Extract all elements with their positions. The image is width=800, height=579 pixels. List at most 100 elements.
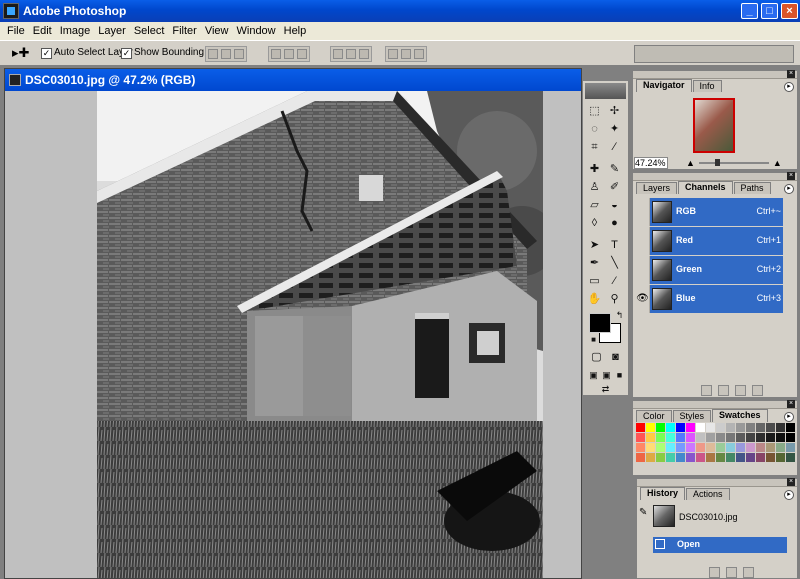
history-state-open[interactable]: Open xyxy=(653,537,787,553)
swatch[interactable] xyxy=(666,443,675,452)
swatch[interactable] xyxy=(746,443,755,452)
swap-colors-icon[interactable]: ↰ xyxy=(611,307,628,324)
jump-to-imageready-icon[interactable]: ⇄ xyxy=(597,381,614,398)
save-selection-channel-icon[interactable] xyxy=(718,385,729,396)
swatch[interactable] xyxy=(736,453,745,462)
eraser-tool-icon[interactable]: ▱ xyxy=(586,197,603,214)
panel-menu-icon[interactable]: ▸ xyxy=(784,490,794,500)
swatch[interactable] xyxy=(776,433,785,442)
swatch[interactable] xyxy=(786,423,795,432)
default-colors-icon[interactable]: ■ xyxy=(585,331,602,348)
canvas-area[interactable] xyxy=(5,91,581,578)
swatch[interactable] xyxy=(656,443,665,452)
swatch[interactable] xyxy=(696,433,705,442)
tab-history[interactable]: History xyxy=(640,487,686,500)
panel-close-icon[interactable]: × xyxy=(787,172,795,180)
swatch[interactable] xyxy=(716,433,725,442)
swatch[interactable] xyxy=(736,433,745,442)
tab-navigator[interactable]: Navigator xyxy=(636,79,692,92)
new-snapshot-icon[interactable] xyxy=(726,567,737,578)
visibility-toggle[interactable] xyxy=(636,256,650,284)
panel-close-icon[interactable]: × xyxy=(787,400,795,408)
healing-brush-tool-icon[interactable]: ✚ xyxy=(586,161,603,178)
menu-file[interactable]: File xyxy=(3,25,29,37)
swatch[interactable] xyxy=(686,453,695,462)
menu-view[interactable]: View xyxy=(201,25,233,37)
swatch[interactable] xyxy=(706,453,715,462)
navigator-zoom-value[interactable]: 47.24% xyxy=(634,157,668,169)
swatch[interactable] xyxy=(706,423,715,432)
swatch[interactable] xyxy=(696,453,705,462)
channel-row-red[interactable]: Red Ctrl+1 xyxy=(636,227,785,255)
navigator-thumbnail[interactable] xyxy=(693,98,735,153)
tab-layers[interactable]: Layers xyxy=(636,182,678,194)
auto-select-layer-checkbox[interactable]: ✓ xyxy=(41,48,52,59)
clone-stamp-tool-icon[interactable]: ♙ xyxy=(586,179,603,196)
swatch[interactable] xyxy=(786,443,795,452)
swatch[interactable] xyxy=(746,423,755,432)
swatch[interactable] xyxy=(746,433,755,442)
notes-tool-icon[interactable]: ▭ xyxy=(586,273,603,290)
swatch[interactable] xyxy=(646,443,655,452)
swatch[interactable] xyxy=(766,433,775,442)
swatch[interactable] xyxy=(786,453,795,462)
swatch[interactable] xyxy=(676,443,685,452)
type-tool-icon[interactable]: T xyxy=(606,237,623,254)
load-channel-selection-icon[interactable] xyxy=(701,385,712,396)
tab-color[interactable]: Color xyxy=(636,410,672,422)
eye-icon[interactable]: 👁 xyxy=(636,285,650,313)
swatch[interactable] xyxy=(716,423,725,432)
document-title-bar[interactable]: DSC03010.jpg @ 47.2% (RGB) xyxy=(5,69,581,91)
channel-row-green[interactable]: Green Ctrl+2 xyxy=(636,256,785,284)
menu-filter[interactable]: Filter xyxy=(168,25,200,37)
blur-tool-icon[interactable]: ◊ xyxy=(586,215,603,232)
menu-select[interactable]: Select xyxy=(130,25,169,37)
standard-mode-icon[interactable]: ▢ xyxy=(588,349,605,366)
visibility-toggle[interactable] xyxy=(636,198,650,226)
show-bounding-box-checkbox[interactable]: ✓ xyxy=(121,48,132,59)
tab-channels[interactable]: Channels xyxy=(678,181,733,194)
photo-canvas[interactable] xyxy=(97,91,543,578)
crop-tool-icon[interactable]: ⌗ xyxy=(586,139,603,156)
panel-menu-icon[interactable]: ▸ xyxy=(784,184,794,194)
close-button[interactable]: × xyxy=(781,3,798,19)
swatch[interactable] xyxy=(766,453,775,462)
swatch[interactable] xyxy=(656,453,665,462)
swatch[interactable] xyxy=(756,423,765,432)
lasso-tool-icon[interactable]: ◌ xyxy=(586,121,603,138)
quick-mask-mode-icon[interactable]: ◙ xyxy=(607,349,624,366)
channel-row-blue[interactable]: 👁 Blue Ctrl+3 xyxy=(636,285,785,313)
swatch[interactable] xyxy=(786,433,795,442)
slice-tool-icon[interactable]: ∕ xyxy=(606,139,623,156)
tab-actions[interactable]: Actions xyxy=(686,488,730,500)
swatch[interactable] xyxy=(656,423,665,432)
panel-menu-icon[interactable]: ▸ xyxy=(784,82,794,92)
minimize-button[interactable]: _ xyxy=(741,3,758,19)
swatch[interactable] xyxy=(666,433,675,442)
trash-icon[interactable] xyxy=(743,567,754,578)
swatch[interactable] xyxy=(756,453,765,462)
swatch[interactable] xyxy=(656,433,665,442)
move-tool-icon[interactable]: ✢ xyxy=(606,103,623,120)
swatch[interactable] xyxy=(636,423,645,432)
channel-row-rgb[interactable]: RGB Ctrl+~ xyxy=(636,198,785,226)
snapshot-name[interactable]: DSC03010.jpg xyxy=(679,512,738,522)
panel-close-icon[interactable]: × xyxy=(787,70,795,78)
swatch[interactable] xyxy=(636,433,645,442)
swatch[interactable] xyxy=(676,423,685,432)
menu-window[interactable]: Window xyxy=(233,25,280,37)
eyedropper-tool-icon[interactable]: ⁄ xyxy=(606,273,623,290)
panel-close-icon[interactable]: × xyxy=(787,478,795,486)
swatch[interactable] xyxy=(646,423,655,432)
magic-wand-tool-icon[interactable]: ✦ xyxy=(606,121,623,138)
swatch[interactable] xyxy=(726,443,735,452)
swatch[interactable] xyxy=(736,423,745,432)
swatch[interactable] xyxy=(776,453,785,462)
swatch[interactable] xyxy=(746,453,755,462)
tab-paths[interactable]: Paths xyxy=(733,182,771,194)
paint-bucket-tool-icon[interactable]: ◒ xyxy=(606,197,623,214)
zoom-tool-icon[interactable]: ⚲ xyxy=(606,291,623,308)
distribute-buttons-group[interactable] xyxy=(330,46,372,62)
panel-menu-icon[interactable]: ▸ xyxy=(784,412,794,422)
swatch[interactable] xyxy=(716,453,725,462)
